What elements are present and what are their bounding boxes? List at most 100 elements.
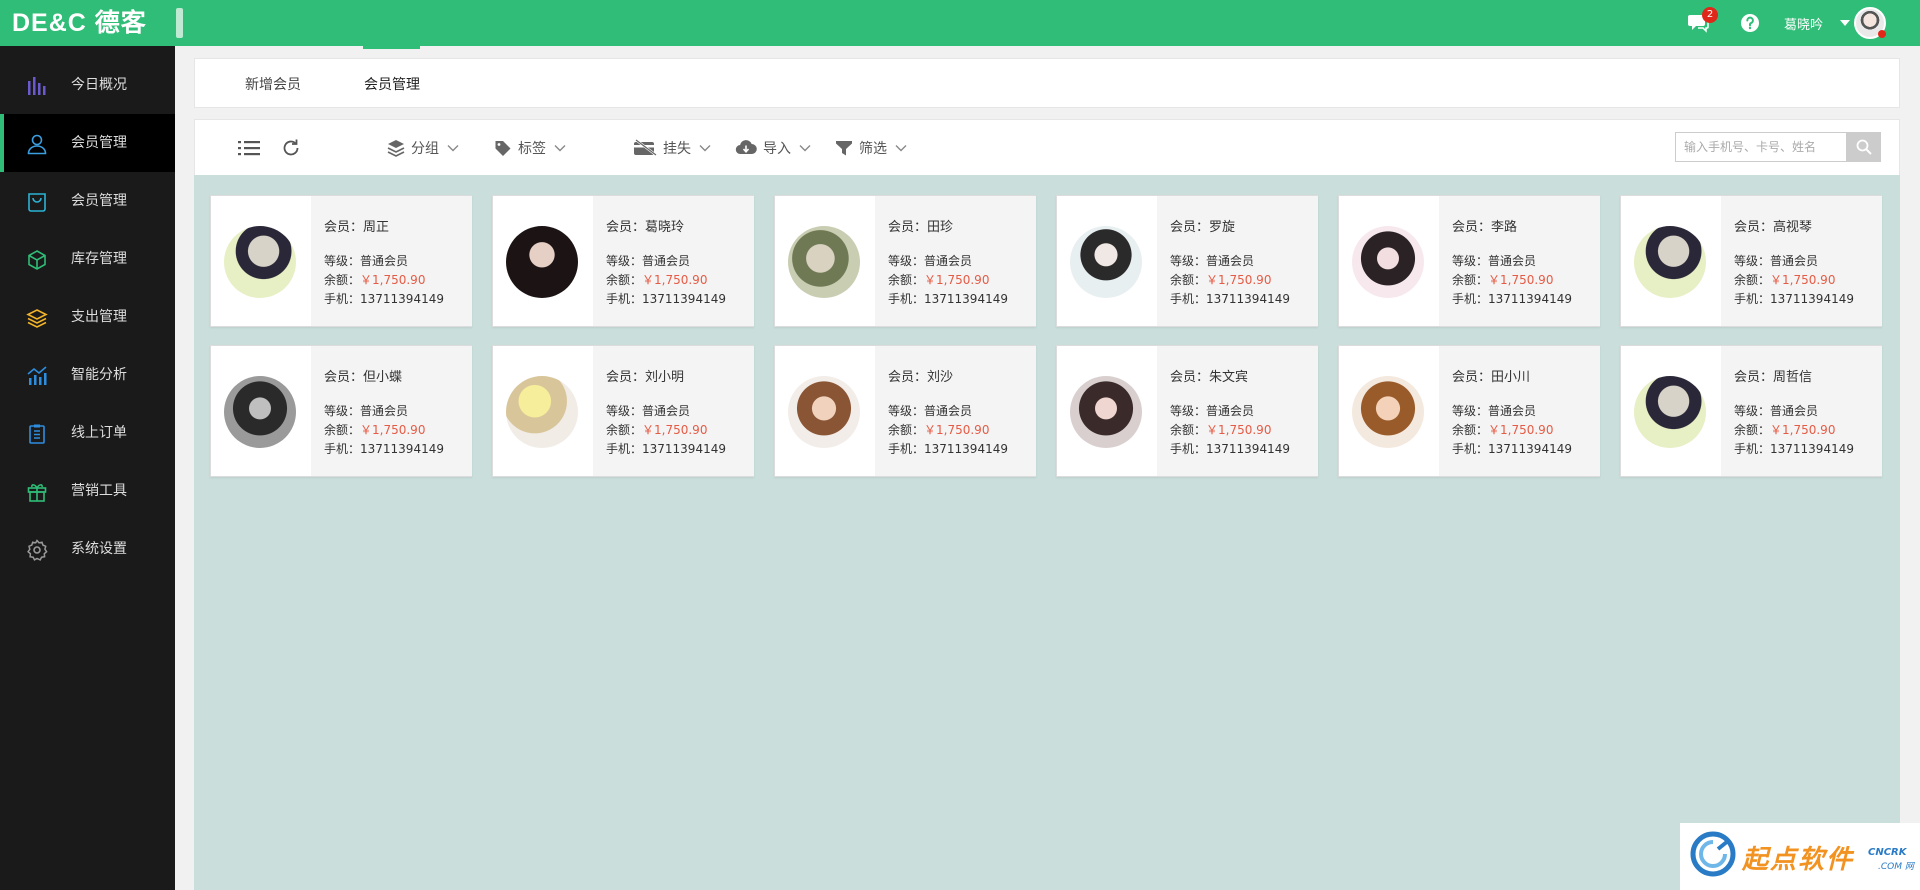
member-balance-label: 余额： (888, 273, 925, 287)
sidebar-item-members[interactable]: 会员管理 (0, 114, 175, 172)
search-input[interactable] (1676, 133, 1846, 161)
user-icon (27, 134, 47, 155)
sidebar-item-members-2[interactable]: 会员管理 (0, 172, 175, 230)
member-phone: 手机：13711394149 (888, 442, 1008, 456)
member-name: 会员：刘小明 (606, 370, 685, 385)
question-icon[interactable] (1740, 13, 1760, 33)
member-level: 等级：普通会员 (1734, 404, 1819, 418)
member-card[interactable]: 会员：周哲信 等级：普通会员 余额：￥1,750.90 手机：13711394149 (1620, 345, 1882, 477)
member-info: 会员：高视琴 等级：普通会员 余额：￥1,750.90 手机：13711394149 (1721, 196, 1882, 326)
member-card[interactable]: 会员：但小蝶 等级：普通会员 余额：￥1,750.90 手机：13711394149 (210, 345, 472, 477)
member-balance-label: 余额： (1170, 423, 1207, 437)
member-card[interactable]: 会员：田小川 等级：普通会员 余额：￥1,750.90 手机：13711394149 (1338, 345, 1600, 477)
member-card[interactable]: 会员：罗旋 等级：普通会员 余额：￥1,750.90 手机：13711394149 (1056, 195, 1318, 327)
member-card[interactable]: 会员：葛晓玲 等级：普通会员 余额：￥1,750.90 手机：13711394149 (492, 195, 754, 327)
sidebar-item-label: 智能分析 (71, 367, 127, 383)
tag-dropdown[interactable]: 标签 (494, 138, 566, 158)
sidebar-item-overview[interactable]: 今日概况 (0, 56, 175, 114)
member-info: 会员：田珍 等级：普通会员 余额：￥1,750.90 手机：13711394149 (875, 196, 1036, 326)
member-balance-label: 余额： (888, 423, 925, 437)
group-dropdown[interactable]: 分组 (387, 138, 459, 158)
member-balance-value: ￥1,750.90 (360, 423, 426, 437)
layers-icon (26, 309, 48, 328)
avatar (1070, 376, 1142, 448)
sidebar-item-label: 支出管理 (71, 309, 127, 325)
online-status-dot (1878, 30, 1886, 38)
import-dropdown[interactable]: 导入 (735, 138, 811, 158)
trend-chart-icon (27, 366, 47, 385)
member-name: 会员：田小川 (1452, 370, 1531, 385)
member-info: 会员：周哲信 等级：普通会员 余额：￥1,750.90 手机：13711394149 (1721, 346, 1882, 476)
chevron-down-icon (799, 145, 811, 152)
cube-icon (28, 250, 46, 270)
refresh-icon (283, 139, 299, 156)
member-phone: 手机：13711394149 (606, 442, 726, 456)
member-phone: 手机：13711394149 (606, 292, 726, 306)
sidebar-item-orders[interactable]: 线上订单 (0, 404, 175, 462)
member-card[interactable]: 会员：李路 等级：普通会员 余额：￥1,750.90 手机：13711394149 (1338, 195, 1600, 327)
member-balance-value: ￥1,750.90 (1770, 273, 1836, 287)
member-balance-label: 余额： (324, 273, 361, 287)
refresh-button[interactable] (281, 138, 301, 158)
member-balance-label: 余额： (1734, 423, 1771, 437)
member-level: 等级：普通会员 (606, 404, 691, 418)
member-info: 会员：李路 等级：普通会员 余额：￥1,750.90 手机：13711394149 (1439, 196, 1600, 326)
watermark-subtext-2: .COM 网 (1878, 862, 1914, 872)
sidebar-item-label: 线上订单 (71, 425, 127, 441)
member-card[interactable]: 会员：高视琴 等级：普通会员 余额：￥1,750.90 手机：13711394149 (1620, 195, 1882, 327)
tag-dropdown-label: 标签 (518, 141, 546, 157)
member-balance-value: ￥1,750.90 (1770, 423, 1836, 437)
watermark: 起点软件 CNCRK .COM 网 (1680, 823, 1920, 890)
watermark-text: 起点软件 (1742, 845, 1855, 875)
member-balance-value: ￥1,750.90 (1488, 273, 1554, 287)
member-card[interactable]: 会员：田珍 等级：普通会员 余额：￥1,750.90 手机：13711394149 (774, 195, 1036, 327)
member-phone: 手机：13711394149 (1170, 442, 1290, 456)
sidebar-item-marketing[interactable]: 营销工具 (0, 462, 175, 520)
user-name[interactable]: 葛晓吟 (1784, 14, 1823, 33)
report-lost-dropdown[interactable]: 挂失 (633, 138, 711, 158)
member-info: 会员：葛晓玲 等级：普通会员 余额：￥1,750.90 手机：13711394149 (593, 196, 754, 326)
chevron-down-icon (895, 145, 907, 152)
avatar (1634, 376, 1706, 448)
sidebar-item-analytics[interactable]: 智能分析 (0, 346, 175, 404)
search-button[interactable] (1847, 132, 1881, 162)
list-view-button[interactable] (237, 138, 261, 158)
sidebar-item-label: 会员管理 (71, 135, 127, 151)
member-phone: 手机：13711394149 (324, 442, 444, 456)
bar-chart-icon (28, 77, 46, 95)
chevron-down-icon[interactable] (1840, 20, 1850, 26)
avatar (224, 226, 296, 298)
member-info: 会员：朱文宾 等级：普通会员 余额：￥1,750.90 手机：13711394149 (1157, 346, 1318, 476)
member-info: 会员：田小川 等级：普通会员 余额：￥1,750.90 手机：13711394149 (1439, 346, 1600, 476)
list-icon (238, 141, 260, 156)
member-card[interactable]: 会员：刘小明 等级：普通会员 余额：￥1,750.90 手机：13711394149 (492, 345, 754, 477)
member-balance-label: 余额： (1452, 273, 1489, 287)
member-name: 会员：周正 (324, 220, 390, 235)
member-level: 等级：普通会员 (606, 254, 691, 268)
sidebar-item-expenses[interactable]: 支出管理 (0, 288, 175, 346)
member-name: 会员：葛晓玲 (606, 220, 685, 235)
member-name: 会员：刘沙 (888, 370, 954, 385)
member-card[interactable]: 会员：刘沙 等级：普通会员 余额：￥1,750.90 手机：13711394149 (774, 345, 1036, 477)
member-balance-value: ￥1,750.90 (642, 423, 708, 437)
member-balance-value: ￥1,750.90 (1206, 273, 1272, 287)
avatar (1070, 226, 1142, 298)
sidebar-item-inventory[interactable]: 库存管理 (0, 230, 175, 288)
tab-new-member[interactable]: 新增会员 (245, 74, 301, 94)
tab-member-management[interactable]: 会员管理 (364, 74, 420, 94)
layers-icon (387, 140, 405, 157)
member-balance-label: 余额： (1734, 273, 1771, 287)
member-card[interactable]: 会员：朱文宾 等级：普通会员 余额：￥1,750.90 手机：13711394149 (1056, 345, 1318, 477)
member-level: 等级：普通会员 (1452, 404, 1537, 418)
member-name: 会员：李路 (1452, 220, 1518, 235)
filter-dropdown-label: 筛选 (859, 141, 887, 157)
app-logo[interactable]: DE&C 德客 (12, 8, 147, 38)
search-box (1675, 132, 1847, 162)
sidebar-item-settings[interactable]: 系统设置 (0, 520, 175, 578)
avatar (788, 226, 860, 298)
filter-dropdown[interactable]: 筛选 (835, 138, 907, 158)
member-card[interactable]: 会员：周正 等级：普通会员 余额：￥1,750.90 手机：13711394149 (210, 195, 472, 327)
sidebar: 今日概况 会员管理 会员管理 库存管理 支出管理 智能分析 线上订单 营销工具 … (0, 46, 175, 890)
sidebar-toggle-handle[interactable] (176, 8, 183, 38)
cloud-download-icon (735, 140, 757, 155)
